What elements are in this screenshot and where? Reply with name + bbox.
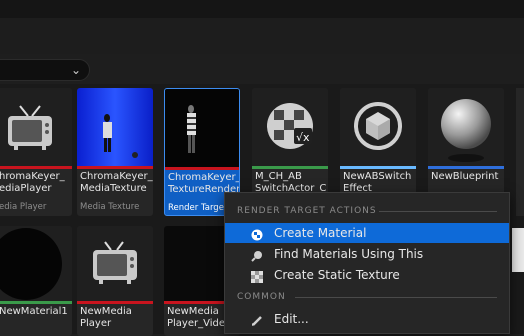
video-frame-image xyxy=(103,114,138,158)
pencil-icon xyxy=(251,313,263,326)
asset-thumbnail xyxy=(428,88,504,166)
asset-type: edia Player xyxy=(0,202,47,212)
asset-type: Render Target xyxy=(168,203,228,213)
asset-type-bar xyxy=(340,166,416,169)
top-toolbar xyxy=(0,0,524,18)
asset-thumbnail xyxy=(77,226,153,301)
magnifier-icon xyxy=(251,248,263,262)
menu-item-label: Find Materials Using This xyxy=(274,247,424,261)
asset-name: NewMedia Player xyxy=(80,306,132,329)
asset-name: NewMedia Player_Vide xyxy=(167,306,226,329)
asset-thumbnail: √x xyxy=(252,88,328,166)
asset-thumbnail xyxy=(165,89,239,167)
svg-text:√x: √x xyxy=(296,131,310,144)
menu-item-create-material[interactable]: Create Material xyxy=(225,223,509,243)
asset-type-bar xyxy=(165,167,239,170)
menu-divider xyxy=(295,297,497,298)
asset-name: NewMaterial1 xyxy=(0,306,68,317)
asset-tile[interactable]: hromaKeyer_ ediaPlayer edia Player xyxy=(0,88,72,216)
context-menu: RENDER TARGET ACTIONS Create Material Fi… xyxy=(224,192,510,334)
menu-item-label: Edit... xyxy=(274,312,309,326)
asset-type: Media Texture xyxy=(80,202,140,212)
chevron-down-icon: ⌄ xyxy=(70,63,81,77)
sphere-icon xyxy=(441,99,491,162)
asset-type-bar xyxy=(77,166,153,169)
asset-name: NewBlueprint xyxy=(431,171,499,182)
material-function-icon: √x xyxy=(267,103,313,149)
menu-section-header: RENDER TARGET ACTIONS xyxy=(237,206,377,216)
asset-tile-partial[interactable] xyxy=(512,228,524,272)
asset-type-bar xyxy=(0,301,72,304)
material-sphere-image xyxy=(0,228,62,300)
menu-item-create-static-texture[interactable]: Create Static Texture xyxy=(225,265,509,285)
asset-type-bar xyxy=(252,166,328,169)
asset-name: ChromaKeyer_ MediaTexture xyxy=(80,171,153,194)
checker-texture-icon xyxy=(251,269,263,283)
menu-item-label: Create Material xyxy=(274,226,367,240)
asset-type-bar xyxy=(77,301,153,304)
tv-icon xyxy=(93,241,137,284)
asset-tile-partial[interactable] xyxy=(516,88,524,216)
asset-thumbnail xyxy=(0,226,72,301)
asset-type-bar xyxy=(428,166,504,169)
material-sphere-icon xyxy=(251,227,263,241)
asset-thumbnail xyxy=(340,88,416,166)
asset-type-bar xyxy=(0,166,72,169)
asset-tile[interactable]: NewMaterial1 xyxy=(0,226,72,336)
menu-item-label: Create Static Texture xyxy=(274,268,400,282)
asset-tile[interactable]: ChromaKeyer_ MediaTexture Media Texture xyxy=(77,88,153,216)
asset-name: hromaKeyer_ ediaPlayer xyxy=(0,171,65,194)
asset-thumbnail xyxy=(77,88,153,166)
asset-tile[interactable]: NewMedia Player xyxy=(77,226,153,336)
cube-icon xyxy=(354,102,402,150)
filter-dropdown[interactable]: ⌄ xyxy=(0,59,90,81)
menu-item-edit[interactable]: Edit... xyxy=(225,309,509,329)
asset-thumbnail xyxy=(0,88,72,166)
menu-item-find-materials[interactable]: Find Materials Using This xyxy=(225,244,509,264)
toolbar-spacer xyxy=(0,18,524,54)
tv-icon xyxy=(8,105,52,150)
menu-section-header: COMMON xyxy=(237,292,286,302)
menu-divider xyxy=(379,211,497,212)
render-target-image xyxy=(187,105,196,153)
